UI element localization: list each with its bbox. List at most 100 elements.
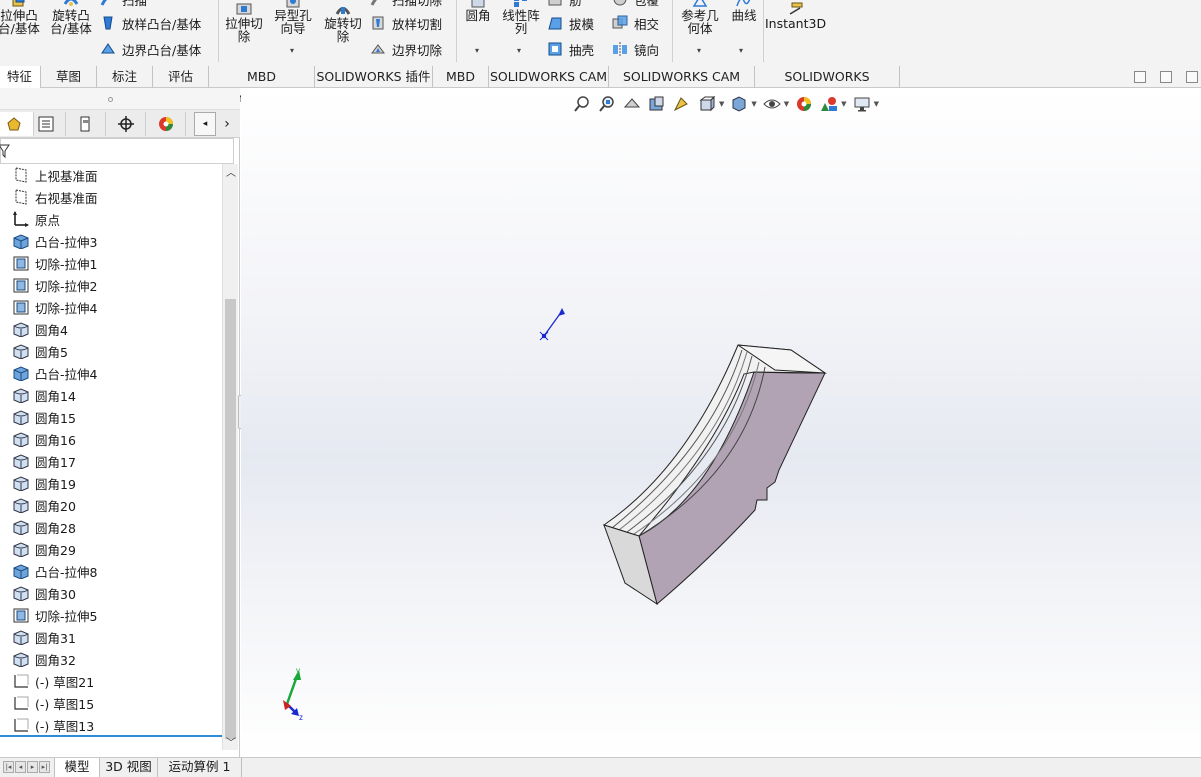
manager-tabs-scroll-right[interactable]: › [216,112,238,136]
tree-item[interactable]: 圆角5 [0,340,222,362]
tree-item[interactable]: 圆角29 [0,538,222,560]
tab-evaluate[interactable]: 评估 [153,66,209,88]
next-tab-nav[interactable]: ▸ [27,761,38,773]
tab-motion-study-1[interactable]: 运动算例 1 [158,758,242,777]
tree-item[interactable]: (-) 草图15 [0,692,222,714]
curves-dropdown-caret[interactable]: ▾ [739,46,743,55]
tree-item-label: 原点 [35,212,61,228]
linear-pattern-dropdown-caret[interactable]: ▾ [517,46,521,55]
tree-item-label: 右视基准面 [35,190,98,206]
tile-right-button[interactable] [1160,71,1172,83]
tree-item[interactable]: 圆角20 [0,494,222,516]
tree-item[interactable]: 切除-拉伸2 [0,274,222,296]
prev-tab-nav[interactable]: ◂ [15,761,26,773]
property-manager-icon [38,116,53,132]
manager-tabs-scroll-left[interactable]: ◂ [194,112,216,136]
draft-button[interactable]: 拔模 [547,12,594,34]
revolve-cut-button[interactable]: 旋转切 除 [320,2,366,43]
tile-left-button[interactable] [1134,71,1146,83]
tree-item[interactable]: 圆角14 [0,384,222,406]
revolve-boss-button[interactable]: 旋转凸 台/基体 [46,0,96,35]
tab-model-label: 模型 [64,759,90,774]
tab-annotation[interactable]: 标注 [97,66,153,88]
tree-item[interactable]: 右视基准面 [0,186,222,208]
rib-button[interactable]: 筋 [547,0,582,10]
tree-item[interactable]: 切除-拉伸4 [0,296,222,318]
boundary-boss-button[interactable]: 边界凸台/基体 [100,38,201,60]
extrude-cut-label: 拉伸切 除 [225,16,263,44]
tree-item-label: 圆角15 [35,410,76,426]
tree-item[interactable]: 圆角31 [0,626,222,648]
rollback-bar[interactable] [0,735,222,737]
tab-solidworks-cam-tbm[interactable]: SOLIDWORKS CAM TBM [609,66,755,105]
tab-solidworks-addins-label: SOLIDWORKS 插件 [316,69,431,84]
tree-item[interactable]: 凸台-拉伸3 [0,230,222,252]
intersect-button[interactable]: 相交 [612,12,659,34]
configuration-manager-tab[interactable] [66,112,106,136]
tab-sketch[interactable]: 草图 [41,66,97,88]
linear-pattern-button[interactable]: 线性阵 列 [498,0,544,35]
loft-boss-button[interactable]: 放样凸台/基体 [100,12,201,34]
tree-item[interactable]: 圆角28 [0,516,222,538]
tab-3d-views-label: 3D 视图 [105,759,152,774]
wrap-button[interactable]: 包覆 [612,0,659,10]
part-model-view[interactable] [241,88,1201,757]
tab-mbd-dimensions[interactable]: MBD Dimensions [209,66,315,105]
tab-features[interactable]: 特征 [0,66,41,89]
scroll-up-icon[interactable]: ︿ [226,164,236,179]
extrude-boss-label: 拉伸凸 台/基体 [0,8,40,36]
extrude-boss-button[interactable]: 拉伸凸 台/基体 [0,0,42,35]
tab-3d-views[interactable]: 3D 视图 [100,758,158,777]
tree-item[interactable]: 圆角16 [0,428,222,450]
tree-item-label: 圆角5 [35,344,68,360]
reference-geometry-button[interactable]: 参考几 何体 [677,0,723,35]
tab-model[interactable]: 模型 [54,758,100,777]
property-manager-tab[interactable] [26,112,66,136]
tab-solidworks-cam[interactable]: SOLIDWORKS CAM [489,66,609,88]
tree-item[interactable]: 切除-拉伸5 [0,604,222,626]
sweep-cut-button[interactable]: 扫描切除 [370,0,442,10]
dimxpert-manager-tab[interactable] [106,112,146,136]
tree-item[interactable]: (-) 草图13 [0,714,222,734]
first-tab-nav[interactable]: |◂ [3,761,14,773]
tree-item[interactable]: (-) 草图21 [0,670,222,692]
boundary-cut-button[interactable]: 边界切除 [370,38,442,60]
sweep-boss-button[interactable]: 扫描 [100,0,147,10]
part-body [602,344,827,606]
tree-item[interactable]: 凸台-拉伸4 [0,362,222,384]
scroll-down-icon[interactable]: ﹀ [226,734,236,749]
fillet-dropdown-caret[interactable]: ▾ [475,46,479,55]
fillet-button[interactable]: 圆角 [460,0,496,22]
reference-geometry-dropdown-caret[interactable]: ▾ [697,46,701,55]
tab-mbd[interactable]: MBD [433,66,489,88]
tab-solidworks-addins[interactable]: SOLIDWORKS 插件 [315,66,433,88]
tree-item[interactable]: 原点 [0,208,222,230]
tree-item[interactable]: 切除-拉伸1 [0,252,222,274]
tree-item[interactable]: 圆角4 [0,318,222,340]
tree-item[interactable]: 圆角32 [0,648,222,670]
last-tab-nav[interactable]: ▸| [39,761,50,773]
loft-cut-button[interactable]: 放样切割 [370,12,442,34]
tree-item[interactable]: 上视基准面 [0,164,222,186]
tree-item[interactable]: 圆角30 [0,582,222,604]
tree-filter-bar[interactable] [0,138,234,164]
hole-wizard-dropdown-caret[interactable]: ▾ [290,46,294,55]
shell-button[interactable]: 抽壳 [547,38,594,60]
tree-item[interactable]: 圆角17 [0,450,222,472]
boss-extrude-icon [12,233,30,250]
curves-button[interactable]: 曲线 [726,0,762,22]
hole-wizard-button[interactable]: 异型孔 向导 [270,0,316,35]
extrude-cut-button[interactable]: 拉伸切 除 [222,2,266,43]
tree-item[interactable]: 圆角19 [0,472,222,494]
mirror-button[interactable]: 镜向 [612,38,659,60]
panel-resize-grip[interactable] [0,88,240,110]
display-manager-tab[interactable] [146,112,186,136]
instant3d-button[interactable]: Instant3D [765,2,826,30]
tree-item[interactable]: 圆角15 [0,406,222,428]
graphics-area[interactable]: ▼ ▼ ▼ ▼ ▼ y z [241,88,1201,757]
scrollbar-thumb[interactable] [225,299,236,739]
restore-window-button[interactable] [1186,71,1198,83]
tree-item[interactable]: 凸台-拉伸8 [0,560,222,582]
tab-solidworks-inspection[interactable]: SOLIDWORKS Inspection [755,66,900,105]
feature-tree-scrollbar[interactable]: ︿ ﹀ [222,164,238,750]
